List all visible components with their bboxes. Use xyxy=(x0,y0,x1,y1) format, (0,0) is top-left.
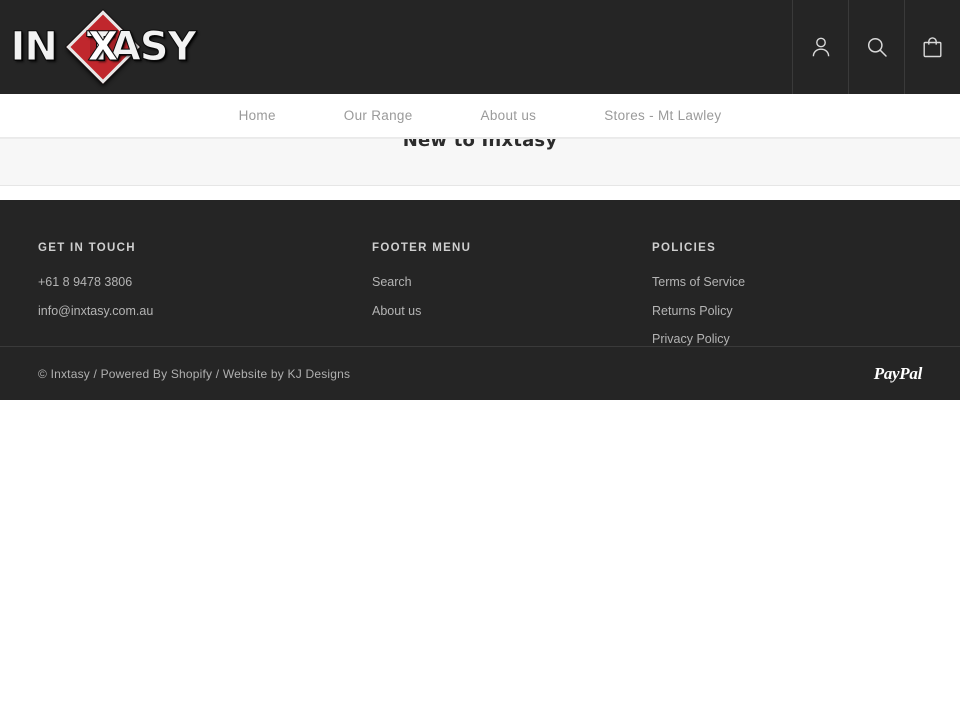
paypal-logo: PayPal xyxy=(873,363,923,383)
site-logo[interactable]: INXTASY X xyxy=(10,8,197,86)
footer-columns: GET IN TOUCH +61 8 9478 3806 info@inxtas… xyxy=(38,242,922,360)
search-icon-button[interactable] xyxy=(848,0,904,94)
footer-column-get-in-touch: GET IN TOUCH +61 8 9478 3806 info@inxtas… xyxy=(38,242,372,360)
footer-link-search[interactable]: Search xyxy=(372,274,652,292)
logo-text-left: IN xyxy=(10,24,58,70)
main-navigation: Home Our Range About us Stores - Mt Lawl… xyxy=(0,94,960,138)
site-header: INXTASY X xyxy=(0,0,960,94)
footer-column-policies: POLICIES Terms of Service Returns Policy… xyxy=(652,242,922,360)
site-footer: GET IN TOUCH +61 8 9478 3806 info@inxtas… xyxy=(0,200,960,346)
nav-item-stores-mt-lawley[interactable]: Stores - Mt Lawley xyxy=(570,108,755,123)
logo-x-letter: X xyxy=(87,24,119,70)
footer-email-address[interactable]: info@inxtasy.com.au xyxy=(38,303,372,321)
content-spacer xyxy=(0,186,960,200)
cart-icon-button[interactable] xyxy=(904,0,960,94)
footer-phone-number[interactable]: +61 8 9478 3806 xyxy=(38,274,372,292)
page-title: New to Inxtasy xyxy=(402,138,558,151)
nav-item-about-us[interactable]: About us xyxy=(447,108,571,123)
footer-column-footer-menu: FOOTER MENU Search About us xyxy=(372,242,652,360)
account-icon xyxy=(811,36,831,58)
copyright-text: © Inxtasy / Powered By Shopify / Website… xyxy=(38,366,351,381)
footer-heading-policies: POLICIES xyxy=(652,242,717,254)
header-icon-group xyxy=(792,0,960,94)
footer-link-returns-policy[interactable]: Returns Policy xyxy=(652,303,922,321)
search-icon xyxy=(866,36,888,58)
footer-heading-get-in-touch: GET IN TOUCH xyxy=(38,242,136,254)
nav-item-our-range[interactable]: Our Range xyxy=(310,108,447,123)
account-icon-button[interactable] xyxy=(792,0,848,94)
footer-heading-footer-menu: FOOTER MENU xyxy=(372,242,472,254)
footer-link-about-us[interactable]: About us xyxy=(372,303,652,321)
cart-icon xyxy=(922,36,943,59)
nav-item-home[interactable]: Home xyxy=(205,108,310,123)
page-blank-area xyxy=(0,400,960,721)
footer-link-privacy-policy[interactable]: Privacy Policy xyxy=(652,331,922,349)
footer-link-terms-of-service[interactable]: Terms of Service xyxy=(652,274,922,292)
page-title-band: New to Inxtasy xyxy=(0,138,960,186)
